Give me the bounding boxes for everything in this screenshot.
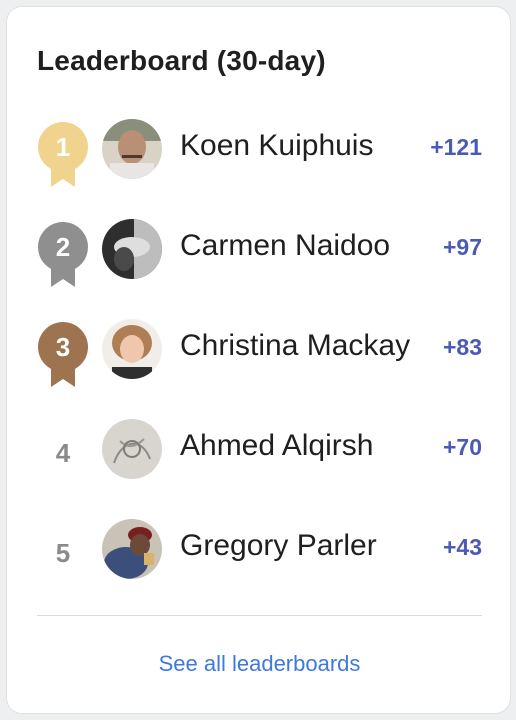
see-all-leaderboards-link[interactable]: See all leaderboards [7, 651, 512, 677]
user-name[interactable]: Ahmed Alqirsh [180, 429, 373, 463]
avatar[interactable] [102, 119, 162, 179]
gold-ribbon-icon: 1 [37, 121, 89, 191]
score: +121 [430, 134, 482, 160]
avatar[interactable] [102, 219, 162, 279]
user-name[interactable]: Koen Kuiphuis [180, 129, 373, 163]
score: +83 [442, 334, 482, 360]
leaderboard-row[interactable]: 3 Christina Mackay +83 [7, 307, 512, 387]
leaderboard-title: Leaderboard (30-day) [37, 45, 326, 76]
rank-number: 4 [55, 438, 71, 468]
bronze-ribbon-icon: 3 [37, 321, 89, 391]
leaderboard-card: Leaderboard (30-day) 1 Koen Kuiphuis +12… [6, 6, 511, 714]
rank-number: 1 [55, 132, 71, 162]
leaderboard-row[interactable]: 2 Carmen Naidoo +97 [7, 207, 512, 287]
avatar[interactable] [102, 519, 162, 579]
rank-number: 2 [55, 232, 71, 262]
user-name[interactable]: Christina Mackay [180, 329, 410, 363]
avatar[interactable] [102, 419, 162, 479]
leaderboard-row[interactable]: 4 Ahmed Alqirsh +70 [7, 407, 512, 487]
score: +43 [442, 534, 482, 560]
leaderboard-row[interactable]: 1 Koen Kuiphuis +121 [7, 107, 512, 187]
silver-ribbon-icon: 2 [37, 221, 89, 291]
score: +70 [442, 434, 482, 460]
user-name[interactable]: Carmen Naidoo [180, 229, 390, 263]
leaderboard-row[interactable]: 5 Gregory Parler +43 [7, 507, 512, 587]
user-name[interactable]: Gregory Parler [180, 529, 377, 563]
rank-number: 3 [55, 332, 71, 362]
score: +97 [442, 234, 482, 260]
avatar[interactable] [102, 319, 162, 379]
divider [37, 615, 482, 616]
rank-number: 5 [55, 538, 71, 568]
